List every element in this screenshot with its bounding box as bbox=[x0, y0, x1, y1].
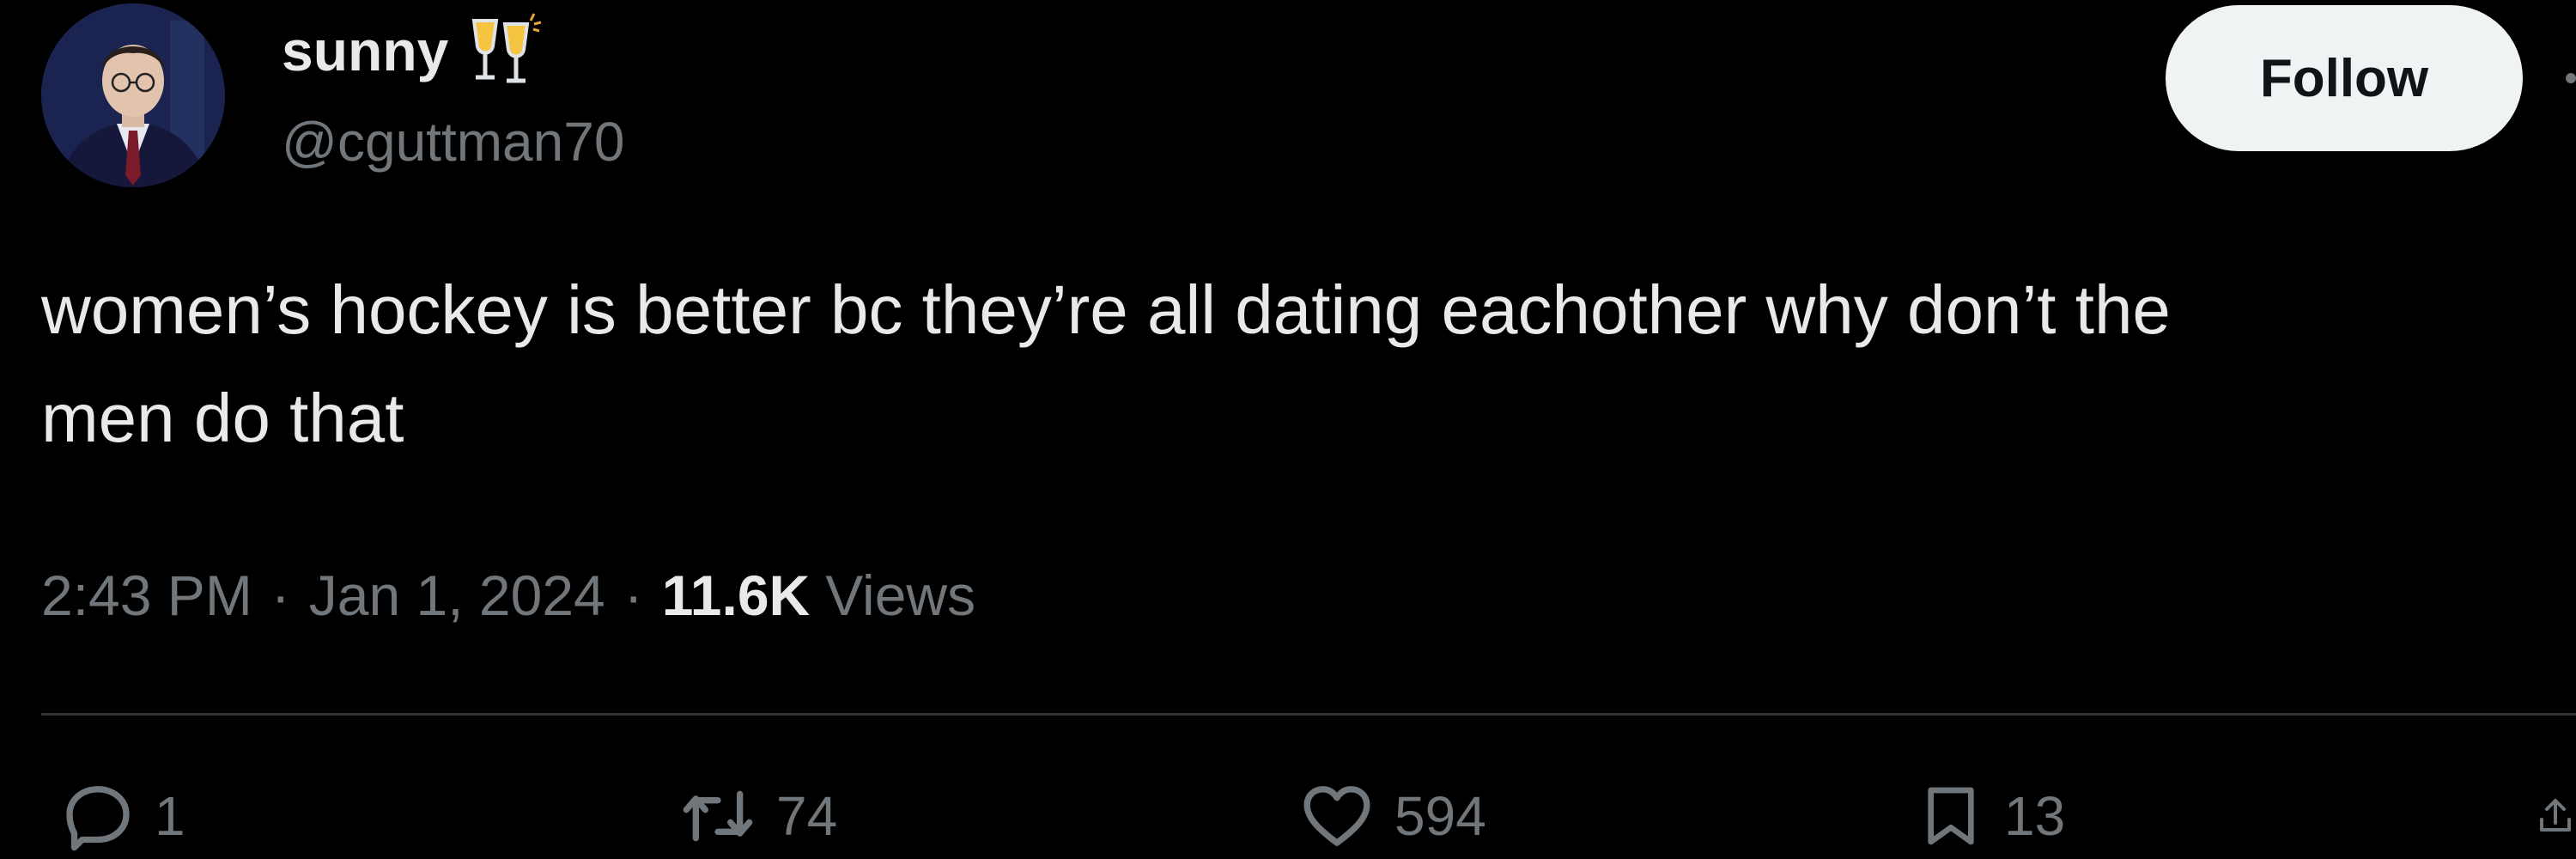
retweet-icon bbox=[683, 790, 753, 842]
bookmark-count: 13 bbox=[2004, 785, 2066, 847]
tweet-time[interactable]: 2:43 PM bbox=[41, 563, 252, 628]
meta-separator: · bbox=[623, 564, 643, 627]
views-count[interactable]: 11.6K bbox=[662, 563, 810, 628]
like-button[interactable]: 594 bbox=[1298, 773, 1486, 859]
like-count: 594 bbox=[1394, 785, 1486, 847]
reply-count: 1 bbox=[155, 785, 185, 847]
user-handle[interactable]: @cguttman70 bbox=[282, 110, 624, 174]
profile-photo-icon bbox=[41, 3, 225, 187]
display-name[interactable]: sunny bbox=[282, 18, 448, 83]
clinking-glasses-icon bbox=[467, 12, 543, 89]
meta-separator: · bbox=[270, 564, 290, 627]
tweet-text: women’s hockey is better bc they’re all … bbox=[41, 271, 2171, 456]
tweet-detail: sunny @cguttman70 Follow women’s hockey … bbox=[0, 0, 2576, 859]
display-name-row[interactable]: sunny bbox=[282, 12, 543, 89]
divider bbox=[41, 713, 2576, 716]
heart-icon bbox=[1303, 786, 1370, 846]
bookmark-button[interactable]: 13 bbox=[1917, 773, 2065, 859]
reply-icon bbox=[66, 786, 130, 851]
reply-button[interactable]: 1 bbox=[60, 773, 185, 859]
avatar[interactable] bbox=[41, 3, 225, 187]
bookmark-icon bbox=[1928, 787, 1974, 845]
more-options-icon[interactable] bbox=[2562, 69, 2576, 88]
retweet-button[interactable]: 74 bbox=[678, 773, 837, 859]
retweet-count: 74 bbox=[776, 785, 838, 847]
follow-button[interactable]: Follow bbox=[2166, 5, 2523, 151]
share-icon bbox=[2540, 799, 2571, 832]
tweet-meta: 2:43 PM · Jan 1, 2024 · 11.6K Views bbox=[41, 557, 975, 634]
tweet-date[interactable]: Jan 1, 2024 bbox=[309, 563, 605, 628]
share-button[interactable] bbox=[2535, 773, 2576, 859]
views-label[interactable]: Views bbox=[825, 563, 975, 628]
